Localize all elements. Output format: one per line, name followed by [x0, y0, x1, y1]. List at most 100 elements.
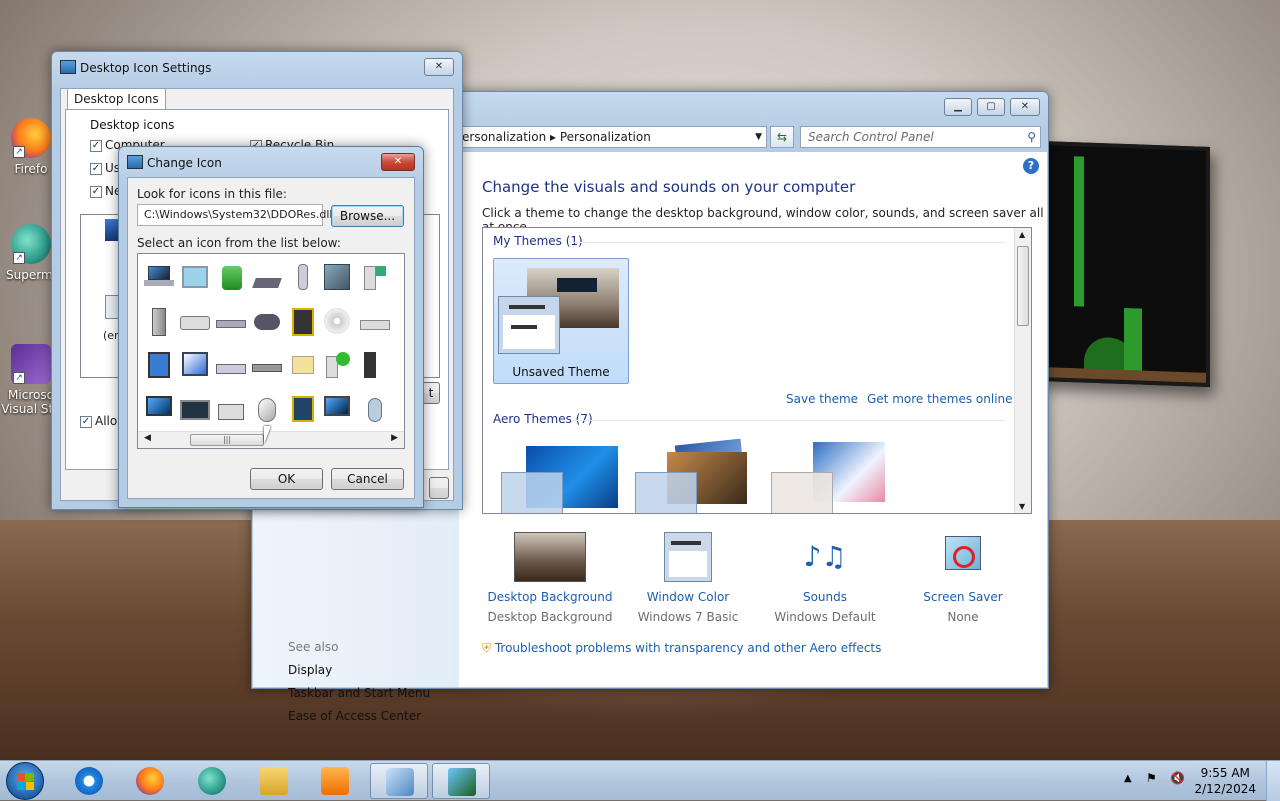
show-desktop-button[interactable] — [1266, 761, 1280, 801]
wallpaper-tv — [1040, 141, 1210, 387]
drive-icon[interactable] — [360, 306, 390, 336]
server-icon[interactable] — [144, 306, 174, 336]
taskbar-supermium[interactable] — [183, 763, 241, 799]
refresh-button[interactable]: ⇆ — [770, 126, 794, 148]
theme-list[interactable]: My Themes (1) Unsaved Theme Save theme G… — [482, 227, 1032, 514]
scroll-up-icon[interactable]: ▲ — [1019, 230, 1025, 239]
ok-button[interactable]: OK — [250, 468, 323, 490]
maximize-button[interactable]: ▢ — [977, 98, 1005, 116]
media-player-icon — [321, 767, 349, 795]
taskbar: ▲ ⚑ 🔇 9:55 AM 2/12/2024 — [0, 760, 1280, 801]
search-icon[interactable]: ⚲ — [1027, 127, 1036, 147]
aero-theme-windows7[interactable] — [499, 442, 619, 513]
desktop-background-item[interactable]: Desktop Background Desktop Background — [480, 532, 620, 624]
monitor-icon[interactable] — [322, 262, 352, 292]
fax-icon[interactable] — [216, 394, 246, 424]
get-more-themes-link[interactable]: Get more themes online — [867, 392, 1013, 406]
action-center-icon[interactable]: ⚑ — [1146, 771, 1157, 785]
taskbar-internet-explorer[interactable] — [60, 763, 118, 799]
checkbox-users-files[interactable]: ✓ Us — [90, 161, 120, 175]
remote-control-icon[interactable] — [288, 262, 318, 292]
chevron-down-icon[interactable]: ▼ — [755, 127, 762, 147]
pen-tablet-icon[interactable] — [252, 262, 282, 292]
close-button[interactable]: ✕ — [1010, 98, 1040, 116]
disc-icon[interactable] — [322, 306, 352, 336]
look-for-label: Look for icons in this file: — [137, 187, 287, 201]
change-icon-dialog[interactable]: Change Icon ✕ Look for icons in this fil… — [118, 146, 424, 508]
link-display[interactable]: Display — [288, 663, 332, 677]
laptop-icon[interactable] — [144, 262, 174, 292]
theme-list-scrollbar[interactable]: ▲ ▼ — [1014, 228, 1031, 513]
dialog-title: Change Icon — [147, 156, 222, 170]
headset-icon[interactable] — [360, 394, 390, 424]
minimize-button[interactable]: ▁ — [944, 98, 972, 116]
pc-speakers-icon[interactable] — [360, 350, 390, 380]
taskbar-file-explorer[interactable] — [245, 763, 303, 799]
screen-saver-item[interactable]: Screen Saver None — [893, 532, 1033, 624]
taskbar-media-player[interactable] — [306, 763, 364, 799]
restore-default-button[interactable]: t — [422, 382, 440, 404]
icon-file-path-input[interactable]: C:\Windows\System32\DDORes.dll — [137, 204, 332, 226]
my-themes-label: My Themes (1) — [493, 234, 583, 248]
save-theme-link[interactable]: Save theme — [786, 392, 858, 406]
media-player-icon[interactable] — [288, 306, 318, 336]
taskbar-firefox[interactable] — [121, 763, 179, 799]
help-icon[interactable]: ? — [1023, 158, 1039, 174]
projector-icon[interactable] — [180, 306, 210, 336]
widescreen-monitor-icon[interactable] — [180, 394, 210, 424]
keyboard-icon[interactable] — [252, 350, 282, 380]
start-button[interactable] — [6, 762, 44, 800]
icon-grid[interactable]: ◀ ||| ▶ — [137, 253, 405, 449]
window-preview-icon — [498, 296, 560, 354]
clock[interactable]: 9:55 AM 2/12/2024 — [1194, 765, 1256, 797]
screen-saver-icon — [941, 532, 985, 582]
scroll-left-icon[interactable]: ◀ — [144, 433, 151, 443]
aero-theme-characters[interactable] — [771, 442, 891, 513]
display-icon[interactable] — [180, 350, 210, 380]
picture-frame-icon[interactable] — [180, 262, 210, 292]
window-app-icon — [60, 60, 76, 74]
graphics-tablet-icon[interactable] — [288, 394, 318, 424]
theme-tile-unsaved[interactable]: Unsaved Theme — [493, 258, 629, 384]
battery-icon[interactable] — [216, 262, 246, 292]
desktop-icon-label: Supermi — [6, 268, 56, 282]
visual-studio-icon: ↗ — [11, 344, 51, 384]
scroll-down-icon[interactable]: ▼ — [1019, 502, 1025, 511]
sounds-item[interactable]: ♪♫ Sounds Windows Default — [755, 532, 895, 624]
volume-muted-icon[interactable]: 🔇 — [1170, 771, 1185, 785]
router-icon[interactable] — [216, 306, 246, 336]
scroll-right-icon[interactable]: ▶ — [391, 433, 398, 443]
link-ease-of-access[interactable]: Ease of Access Center — [288, 709, 421, 723]
clock-time: 9:55 AM — [1200, 766, 1250, 780]
close-button[interactable]: ✕ — [424, 58, 454, 76]
window-color-item[interactable]: Window Color Windows 7 Basic — [618, 532, 758, 624]
page-title: Change the visuals and sounds on your co… — [482, 178, 856, 196]
search-input[interactable]: Search Control Panel ⚲ — [800, 126, 1041, 148]
firefox-icon — [136, 767, 164, 795]
address-bar[interactable]: ersonalization ▸ Personalization ▼ — [457, 126, 767, 148]
cancel-button[interactable]: Cancel — [331, 468, 404, 490]
taskbar-control-panel[interactable] — [370, 763, 428, 799]
aero-theme-architecture[interactable] — [635, 438, 755, 513]
lcd-monitor-icon[interactable] — [144, 394, 174, 424]
link-taskbar-start-menu[interactable]: Taskbar and Start Menu — [288, 686, 430, 700]
show-hidden-icons-button[interactable]: ▲ — [1124, 773, 1132, 784]
refresh-icon: ⇆ — [776, 130, 788, 144]
tower-speaker-icon[interactable] — [360, 262, 390, 292]
icon-grid-scrollbar[interactable]: ◀ ||| ▶ — [138, 431, 404, 448]
tab-desktop-icons[interactable]: Desktop Icons — [67, 88, 166, 110]
apply-button[interactable] — [429, 477, 449, 499]
sim-card-icon[interactable] — [288, 350, 318, 380]
tablet-pc-icon[interactable] — [144, 350, 174, 380]
checkbox-network[interactable]: ✓ Ne — [90, 184, 121, 198]
shield-icon: ⛨ — [482, 641, 492, 655]
browse-button[interactable]: Browse... — [331, 205, 404, 227]
scanner-icon[interactable] — [216, 350, 246, 380]
computer-monitor-icon[interactable] — [322, 394, 352, 424]
mouse-icon[interactable] — [252, 394, 282, 424]
gamepad-icon[interactable] — [252, 306, 282, 336]
taskbar-desktop-icon-settings[interactable] — [432, 763, 490, 799]
close-button[interactable]: ✕ — [381, 153, 415, 171]
media-center-icon[interactable] — [322, 350, 352, 380]
troubleshoot-link[interactable]: ⛨ Troubleshoot problems with transparenc… — [482, 641, 881, 656]
